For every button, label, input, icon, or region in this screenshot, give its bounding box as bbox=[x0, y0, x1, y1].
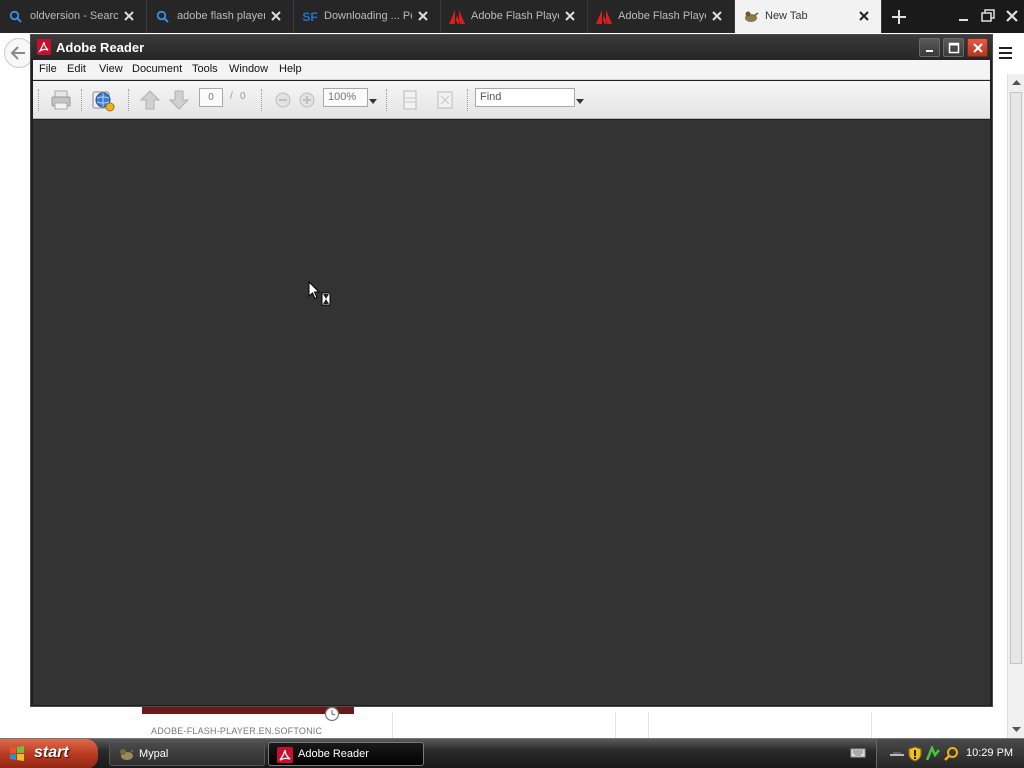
reader-close-button[interactable] bbox=[967, 38, 988, 57]
adobe-reader-window: Adobe Reader File Edit View Document Too… bbox=[30, 34, 993, 707]
adobe-icon bbox=[596, 9, 612, 25]
toolbar-separator bbox=[261, 89, 263, 111]
network-icon[interactable] bbox=[889, 746, 905, 762]
browser-tab-oldversion-search[interactable]: oldversion - Search bbox=[0, 0, 147, 33]
tab-title: Downloading ... Po bbox=[324, 10, 412, 22]
page-source-url[interactable]: ADOBE-FLASH-PLAYER.EN.SOFTONIC bbox=[151, 726, 322, 736]
reader-window-title: Adobe Reader bbox=[56, 40, 145, 55]
taskbar-item-label: Adobe Reader bbox=[298, 748, 369, 760]
adobe-reader-logo-icon bbox=[37, 39, 51, 55]
keyboard-language-icon[interactable] bbox=[850, 746, 866, 760]
tab-title: Adobe Flash Player bbox=[618, 10, 706, 22]
reader-minimize-button[interactable] bbox=[919, 38, 940, 57]
page-number-input[interactable]: 0 bbox=[199, 88, 223, 107]
taskbar-clock[interactable]: 10:29 PM bbox=[966, 747, 1013, 759]
collaborate-web-icon[interactable] bbox=[91, 88, 115, 112]
tab-title: oldversion - Search bbox=[30, 10, 118, 22]
browser-scrollbar[interactable] bbox=[1007, 74, 1024, 738]
tab-title: Adobe Flash Player bbox=[471, 10, 559, 22]
zoom-dropdown-arrow-icon[interactable] bbox=[369, 94, 377, 104]
zoom-in-icon[interactable] bbox=[295, 88, 319, 112]
reader-menu-bar: File Edit View Document Tools Window Hel… bbox=[33, 60, 990, 80]
close-tab-icon[interactable] bbox=[269, 9, 283, 23]
sourceforge-icon: SF bbox=[302, 10, 318, 24]
document-pane[interactable] bbox=[33, 120, 990, 705]
toolbar-separator bbox=[81, 89, 83, 111]
system-tray: 10:29 PM bbox=[876, 739, 1024, 768]
print-icon[interactable] bbox=[49, 88, 73, 112]
browser-tab-adobe-flash-1[interactable]: Adobe Flash Player bbox=[441, 0, 588, 33]
page-separator: / bbox=[230, 91, 233, 102]
previous-page-arrow-icon[interactable] bbox=[138, 88, 162, 112]
menu-file[interactable]: File bbox=[39, 63, 57, 75]
find-input[interactable]: Find bbox=[475, 88, 575, 107]
adobe-reader-icon bbox=[277, 747, 293, 763]
close-tab-icon[interactable] bbox=[563, 9, 577, 23]
windows-taskbar: start Mypal Adobe Reader 10:29 PM bbox=[0, 738, 1024, 768]
browser-tab-new-tab[interactable]: New Tab bbox=[735, 0, 882, 33]
search-magnifier-icon[interactable] bbox=[943, 746, 959, 762]
page-divider bbox=[392, 712, 393, 738]
menu-help[interactable]: Help bbox=[279, 63, 302, 75]
browser-tab-adobe-flash-2[interactable]: Adobe Flash Player bbox=[588, 0, 735, 33]
toolbar-separator bbox=[467, 89, 469, 111]
fit-page-icon[interactable] bbox=[398, 88, 422, 112]
browser-tab-downloading[interactable]: SF Downloading ... Po bbox=[294, 0, 441, 33]
green-app-icon[interactable] bbox=[925, 744, 941, 762]
browser-tab-adobe-flash-search[interactable]: adobe flash player bbox=[147, 0, 294, 33]
start-button[interactable]: start bbox=[0, 739, 98, 768]
busy-cursor-icon bbox=[308, 280, 336, 315]
page-banner-strip bbox=[142, 706, 354, 714]
mypal-icon bbox=[118, 747, 134, 763]
fit-width-icon[interactable] bbox=[433, 88, 457, 112]
close-tab-icon[interactable] bbox=[416, 9, 430, 23]
browser-restore-icon[interactable] bbox=[979, 6, 999, 26]
menu-window[interactable]: Window bbox=[229, 63, 268, 75]
page-divider bbox=[648, 712, 649, 738]
browser-close-icon[interactable] bbox=[1002, 6, 1022, 26]
new-tab-plus-icon[interactable] bbox=[888, 6, 910, 28]
tab-title: adobe flash player bbox=[177, 10, 265, 22]
scroll-up-arrow-icon[interactable] bbox=[1009, 75, 1024, 90]
start-label: start bbox=[34, 744, 69, 761]
security-shield-icon[interactable] bbox=[907, 746, 923, 762]
page-divider bbox=[615, 712, 616, 738]
taskbar-item-adobe-reader[interactable]: Adobe Reader bbox=[268, 742, 424, 766]
tab-title: New Tab bbox=[765, 10, 808, 22]
scroll-down-arrow-icon[interactable] bbox=[1009, 722, 1024, 737]
clock-icon bbox=[324, 706, 340, 722]
browser-minimize-icon[interactable] bbox=[955, 6, 975, 26]
taskbar-item-mypal[interactable]: Mypal bbox=[109, 742, 265, 766]
windows-flag-icon bbox=[9, 746, 25, 762]
toolbar-grip[interactable] bbox=[38, 89, 40, 111]
browser-tab-strip: oldversion - Search adobe flash player S… bbox=[0, 0, 1024, 33]
zoom-out-icon[interactable] bbox=[271, 88, 295, 112]
toolbar-separator bbox=[128, 89, 130, 111]
adobe-icon bbox=[449, 9, 465, 25]
next-page-arrow-icon[interactable] bbox=[167, 88, 191, 112]
reader-title-bar[interactable]: Adobe Reader bbox=[31, 35, 992, 60]
scrollbar-thumb[interactable] bbox=[1010, 92, 1022, 664]
close-tab-icon[interactable] bbox=[710, 9, 724, 23]
close-tab-icon[interactable] bbox=[122, 9, 136, 23]
toolbar-separator bbox=[386, 89, 388, 111]
menu-edit[interactable]: Edit bbox=[67, 63, 86, 75]
menu-tools[interactable]: Tools bbox=[192, 63, 218, 75]
find-dropdown-arrow-icon[interactable] bbox=[575, 94, 585, 104]
reader-maximize-button[interactable] bbox=[943, 38, 964, 57]
browser-menu-icon[interactable] bbox=[996, 44, 1016, 62]
reader-toolbar: 0 / 0 100% Find bbox=[33, 81, 990, 119]
close-tab-icon[interactable] bbox=[857, 9, 871, 23]
new-tab-icon bbox=[743, 9, 759, 25]
taskbar-item-label: Mypal bbox=[139, 748, 169, 760]
search-icon bbox=[8, 9, 24, 25]
menu-document[interactable]: Document bbox=[132, 63, 182, 75]
page-total: 0 bbox=[240, 91, 246, 102]
search-icon bbox=[155, 9, 171, 25]
zoom-level-field[interactable]: 100% bbox=[323, 88, 368, 107]
menu-view[interactable]: View bbox=[99, 63, 123, 75]
page-divider bbox=[871, 712, 872, 738]
